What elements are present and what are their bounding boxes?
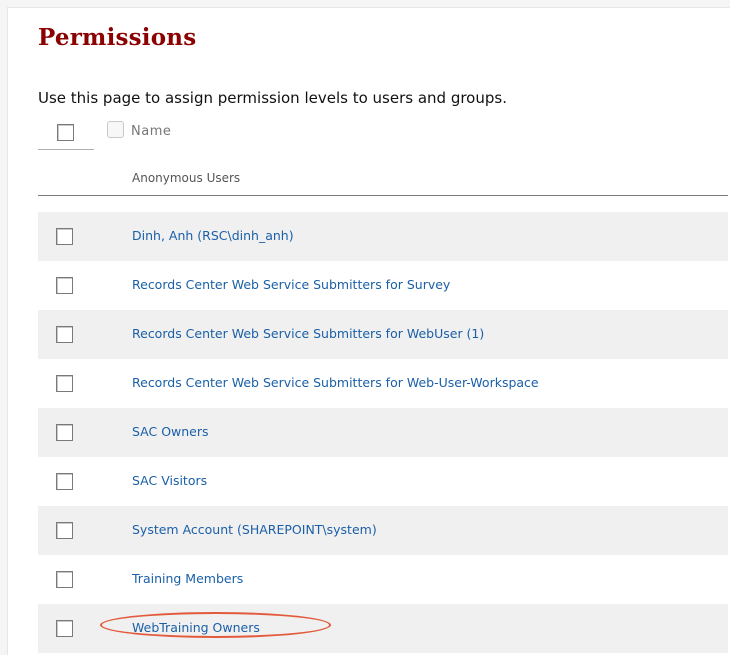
anonymous-users-label: Anonymous Users bbox=[132, 171, 241, 185]
select-all-checkbox[interactable] bbox=[57, 124, 74, 141]
user-link[interactable]: Dinh, Anh (RSC\dinh_anh) bbox=[132, 228, 294, 243]
permissions-list: Dinh, Anh (RSC\dinh_anh) Records Center … bbox=[38, 212, 728, 653]
group-link[interactable]: Training Members bbox=[132, 571, 243, 586]
page-description: Use this page to assign permission level… bbox=[38, 89, 507, 107]
table-row: Training Members bbox=[38, 555, 728, 604]
group-link[interactable]: Records Center Web Service Submitters fo… bbox=[132, 326, 484, 341]
group-link[interactable]: SAC Owners bbox=[132, 424, 209, 439]
row-checkbox[interactable] bbox=[56, 620, 73, 637]
page-background: Permissions Use this page to assign perm… bbox=[0, 0, 730, 655]
row-checkbox[interactable] bbox=[56, 375, 73, 392]
table-divider bbox=[38, 195, 728, 196]
group-link[interactable]: Records Center Web Service Submitters fo… bbox=[132, 375, 539, 390]
row-checkbox[interactable] bbox=[56, 326, 73, 343]
table-row: SAC Visitors bbox=[38, 457, 728, 506]
user-link[interactable]: System Account (SHAREPOINT\system) bbox=[132, 522, 377, 537]
group-link[interactable]: Records Center Web Service Submitters fo… bbox=[132, 277, 450, 292]
table-row: System Account (SHAREPOINT\system) bbox=[38, 506, 728, 555]
group-link[interactable]: SAC Visitors bbox=[132, 473, 207, 488]
table-row: WebTraining Owners bbox=[38, 604, 728, 653]
page-title: Permissions bbox=[38, 24, 197, 51]
table-row: SAC Owners bbox=[38, 408, 728, 457]
row-checkbox[interactable] bbox=[56, 473, 73, 490]
row-checkbox[interactable] bbox=[56, 571, 73, 588]
row-checkbox[interactable] bbox=[56, 228, 73, 245]
name-column-header[interactable]: Name bbox=[131, 124, 171, 139]
table-row: Records Center Web Service Submitters fo… bbox=[38, 261, 728, 310]
table-row: Records Center Web Service Submitters fo… bbox=[38, 359, 728, 408]
header-divider bbox=[38, 149, 94, 150]
row-checkbox[interactable] bbox=[56, 522, 73, 539]
table-row: Dinh, Anh (RSC\dinh_anh) bbox=[38, 212, 728, 261]
row-checkbox[interactable] bbox=[56, 277, 73, 294]
group-link[interactable]: WebTraining Owners bbox=[132, 620, 260, 635]
name-column-checkbox-icon bbox=[107, 121, 124, 138]
row-checkbox[interactable] bbox=[56, 424, 73, 441]
table-row: Records Center Web Service Submitters fo… bbox=[38, 310, 728, 359]
